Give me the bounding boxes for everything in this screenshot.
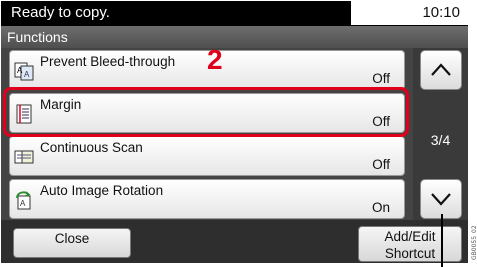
step-number-callout: 2	[207, 44, 223, 75]
add-edit-shortcut-label-line1: Add/Edit	[384, 229, 436, 244]
row-label: Prevent Bleed-through	[40, 54, 176, 69]
screen-title: Functions	[1, 26, 468, 48]
scroll-panel: 3/4	[413, 48, 468, 220]
auto-image-rotation-icon: A	[16, 191, 31, 210]
close-button[interactable]: Close	[13, 228, 131, 258]
figure-reference: GB0055_02	[471, 225, 476, 260]
page-indicator: 3/4	[430, 132, 451, 148]
function-row-continuous-scan[interactable]: Continuous Scan Off	[9, 136, 405, 176]
chevron-down-icon	[431, 193, 451, 206]
step-highlight-frame	[3, 87, 409, 137]
clock: 10:10	[422, 4, 460, 21]
scroll-up-button[interactable]	[420, 50, 462, 90]
scroll-down-button[interactable]	[420, 179, 462, 219]
continuous-scan-icon	[14, 150, 34, 164]
row-label: Continuous Scan	[40, 140, 143, 155]
status-message: Ready to copy.	[7, 4, 116, 22]
row-value: Off	[372, 71, 390, 86]
chevron-up-icon	[431, 63, 451, 76]
status-bar: Ready to copy. 10:10	[1, 1, 468, 26]
row-label: Auto Image Rotation	[40, 183, 164, 198]
svg-text:A: A	[17, 66, 23, 75]
prevent-bleed-through-icon: A A	[14, 62, 34, 81]
svg-text:A: A	[20, 199, 26, 208]
svg-text:A: A	[24, 70, 30, 79]
row-value: On	[371, 200, 390, 215]
add-edit-shortcut-button[interactable]: Add/Edit Shortcut	[358, 226, 462, 262]
callout-pointer-line	[441, 214, 443, 267]
bottom-bar: Close Add/Edit Shortcut	[1, 220, 468, 263]
row-value: Off	[372, 157, 390, 172]
add-edit-shortcut-label-line2: Shortcut	[384, 246, 436, 261]
function-row-auto-image-rotation[interactable]: A Auto Image Rotation On	[9, 179, 405, 219]
